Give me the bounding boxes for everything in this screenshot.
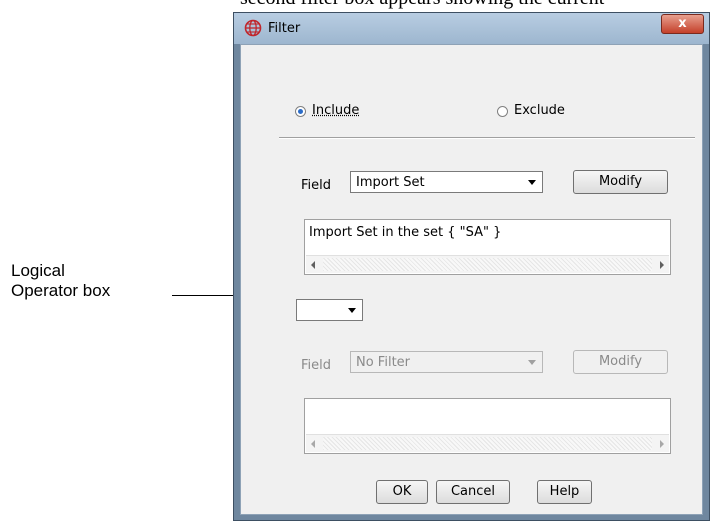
scroll-thumb[interactable] bbox=[323, 437, 652, 450]
include-radio[interactable] bbox=[295, 106, 306, 117]
scroll-right-icon[interactable] bbox=[660, 261, 664, 269]
chevron-down-icon bbox=[348, 308, 356, 313]
title-bar: Filter x bbox=[234, 13, 709, 44]
cancel-button[interactable]: Cancel bbox=[436, 480, 510, 504]
caption-text: second filter box appears showing the cu… bbox=[240, 0, 720, 10]
globe-icon bbox=[244, 19, 262, 37]
exclude-label[interactable]: Exclude bbox=[514, 103, 565, 118]
chevron-down-icon bbox=[528, 360, 536, 365]
separator bbox=[279, 137, 695, 139]
scroll-right-icon[interactable] bbox=[660, 440, 664, 448]
annotation-line-2: Operator box bbox=[11, 281, 111, 300]
ok-button[interactable]: OK bbox=[376, 480, 428, 504]
filter-expression-1[interactable]: Import Set in the set { "SA" } bbox=[304, 219, 671, 275]
scroll-thumb[interactable] bbox=[323, 258, 652, 271]
field-select-1-value: Import Set bbox=[356, 175, 425, 190]
scroll-left-icon[interactable] bbox=[311, 261, 315, 269]
horizontal-scrollbar-2[interactable] bbox=[306, 434, 669, 452]
modify-button-1[interactable]: Modify bbox=[573, 170, 668, 194]
exclude-radio[interactable] bbox=[497, 106, 508, 117]
annotation-line-1: Logical bbox=[11, 261, 65, 280]
close-button[interactable]: x bbox=[661, 14, 704, 34]
close-icon: x bbox=[678, 16, 687, 31]
filter-dialog: Filter x Include Exclude Field Import Se… bbox=[233, 12, 710, 521]
annotation-label: Logical Operator box bbox=[11, 261, 110, 301]
dialog-body: Include Exclude Field Import Set Modify … bbox=[240, 44, 703, 515]
field-select-2-value: No Filter bbox=[356, 355, 411, 370]
logical-operator-select[interactable] bbox=[296, 299, 363, 321]
field-select-2[interactable]: No Filter bbox=[350, 351, 543, 373]
field-label-1: Field bbox=[301, 178, 332, 193]
field-label-2: Field bbox=[301, 358, 332, 373]
modify-button-2[interactable]: Modify bbox=[573, 350, 668, 374]
filter-expression-1-text: Import Set in the set { "SA" } bbox=[309, 225, 502, 240]
window-title: Filter bbox=[268, 21, 301, 36]
chevron-down-icon bbox=[528, 180, 536, 185]
include-label[interactable]: Include bbox=[312, 103, 359, 118]
horizontal-scrollbar-1[interactable] bbox=[306, 255, 669, 273]
scroll-left-icon[interactable] bbox=[311, 440, 315, 448]
field-select-1[interactable]: Import Set bbox=[350, 171, 543, 193]
help-button[interactable]: Help bbox=[537, 480, 592, 504]
filter-expression-2[interactable] bbox=[304, 398, 671, 454]
